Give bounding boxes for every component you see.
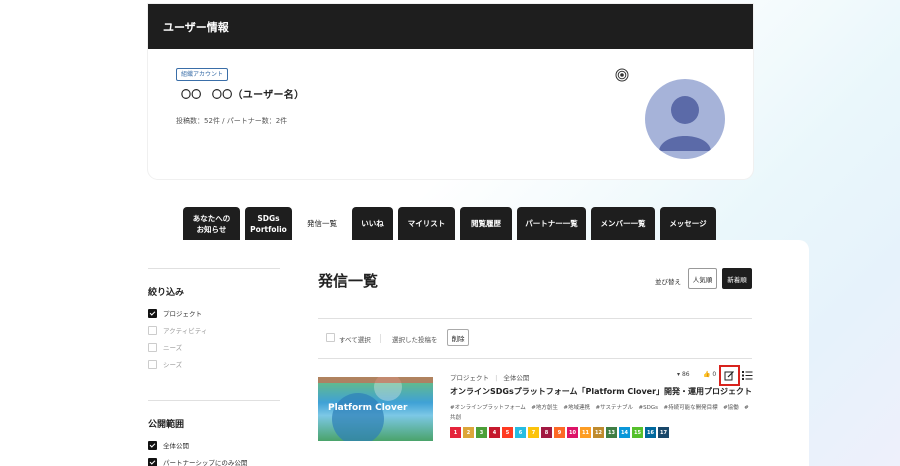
divider [318,318,752,319]
post-visibility: 全体公開 [503,374,530,382]
edit-icon [724,371,734,381]
checkbox-icon[interactable] [148,359,157,369]
sdg-goal-9: 9 [554,427,565,438]
delete-button[interactable]: 削除 [447,329,469,346]
sdg-goal-16: 16 [645,427,656,438]
filter-activity[interactable]: アクティビティ [148,325,207,335]
post-partner-counts: 投稿数：52件 / パートナー数：2件 [176,117,288,125]
visibility-label: パートナーシップにのみ公開 [163,459,248,466]
filter-label: シーズ [163,361,183,369]
like-count-value: 0 [712,371,717,378]
user-info-card: ユーザー情報 組織アカウント 〇〇 〇〇（ユーザー名） 投稿数：52件 / パー… [148,4,753,179]
sdg-goal-17: 17 [658,427,669,438]
sort-newest-button[interactable]: 新着順 [722,268,752,289]
checkbox-icon[interactable] [148,440,157,450]
divider [380,334,381,343]
divider [318,358,752,359]
visibility-title: 公開範囲 [148,420,185,430]
tab-sdgs-portfolio[interactable]: SDGs Portfolio [245,207,292,240]
target-icon[interactable] [615,68,629,82]
tab-likes[interactable]: いいね [352,207,393,240]
sdg-goal-14: 14 [619,427,630,438]
view-count-icon: ▾ [677,371,681,378]
filter-title: 絞り込み [148,288,185,298]
filter-label: プロジェクト [163,310,202,318]
sdg-goal-3: 3 [476,427,487,438]
checkbox-icon[interactable] [148,325,157,335]
like-icon: 👍 [703,371,711,378]
select-all-checkbox[interactable] [326,333,335,342]
visibility-public[interactable]: 全体公開 [148,440,189,450]
filter-label: アクティビティ [163,327,208,335]
tab-notifications[interactable]: あなたへの お知らせ [183,207,240,240]
checkbox-icon[interactable] [148,342,157,352]
visibility-partners[interactable]: パートナーシップにのみ公開 [148,457,247,466]
like-count: 👍 0 [703,371,716,378]
view-count-value: 86 [681,371,690,378]
page-title: 発信一覧 [318,272,379,290]
tab-mylist[interactable]: マイリスト [398,207,455,240]
tab-posts[interactable]: 発信一覧 [297,207,347,240]
checkbox-icon[interactable] [148,457,157,466]
visibility-label: 全体公開 [163,442,189,450]
tab-label: いいね [361,219,384,228]
sdg-goals: 1 2 3 4 5 6 7 8 9 10 11 12 13 14 15 16 17 [450,427,669,438]
tab-members[interactable]: メンバー一覧 [591,207,655,240]
tab-label: 閲覧履歴 [471,219,501,228]
post-tags: #オンラインプラットフォーム #地方創生 #地域連携 #サステナブル #SDGs… [450,405,749,421]
selected-posts-label: 選択した投稿を [392,336,438,344]
sdg-goal-5: 5 [502,427,513,438]
main-panel: 絞り込み プロジェクト アクティビティ ニーズ シーズ 公開範囲 全体公開 パー… [92,240,809,466]
divider [148,268,280,269]
tab-history[interactable]: 閲覧履歴 [460,207,512,240]
sdg-goal-2: 2 [463,427,474,438]
filter-project[interactable]: プロジェクト [148,308,202,318]
sdg-goal-1: 1 [450,427,461,438]
user-info-header: ユーザー情報 [148,4,753,49]
sort-label: 並び替え [655,278,681,286]
avatar-person-icon [659,96,711,151]
list-icon[interactable] [742,370,753,381]
sdg-goal-6: 6 [515,427,526,438]
sdg-goal-4: 4 [489,427,500,438]
sdg-goal-8: 8 [541,427,552,438]
account-type-badge: 組織アカウント [176,68,229,81]
tab-partners[interactable]: パートナー一覧 [517,207,586,240]
tab-label: メンバー一覧 [600,219,646,228]
view-count: ▾ 86 [677,371,690,378]
tab-messages[interactable]: メッセージ [660,207,716,240]
divider [148,400,280,401]
tab-label: メッセージ [669,219,707,228]
filter-label: ニーズ [163,344,183,352]
tab-label: マイリスト [407,219,446,228]
checkbox-icon[interactable] [148,308,157,318]
tab-label: パートナー一覧 [525,219,578,228]
post-title[interactable]: オンラインSDGsプラットフォーム「Platform Clover」開発・運用プ… [450,386,752,397]
tab-label: SDGs Portfolio [250,213,287,234]
post-thumbnail[interactable]: Platform Clover [318,377,433,441]
tab-label: あなたへの お知らせ [192,213,231,234]
filter-needs[interactable]: ニーズ [148,342,182,352]
sdg-goal-13: 13 [606,427,617,438]
sort-popular-button[interactable]: 人気順 [688,268,717,289]
select-all-label: すべて選択 [339,336,371,344]
sdg-goal-11: 11 [580,427,591,438]
post-meta: プロジェクト | 全体公開 [450,374,530,382]
avatar [645,79,725,159]
thumbnail-title: Platform Clover [328,403,408,413]
sdg-goal-7: 7 [528,427,539,438]
sdg-goal-10: 10 [567,427,578,438]
sdg-goal-15: 15 [632,427,643,438]
edit-button[interactable] [719,365,740,386]
user-name: 〇〇 〇〇（ユーザー名） [181,90,305,101]
post-category: プロジェクト [450,374,489,382]
filter-seeds[interactable]: シーズ [148,359,182,369]
tab-label: 発信一覧 [307,219,337,228]
sdg-goal-12: 12 [593,427,604,438]
